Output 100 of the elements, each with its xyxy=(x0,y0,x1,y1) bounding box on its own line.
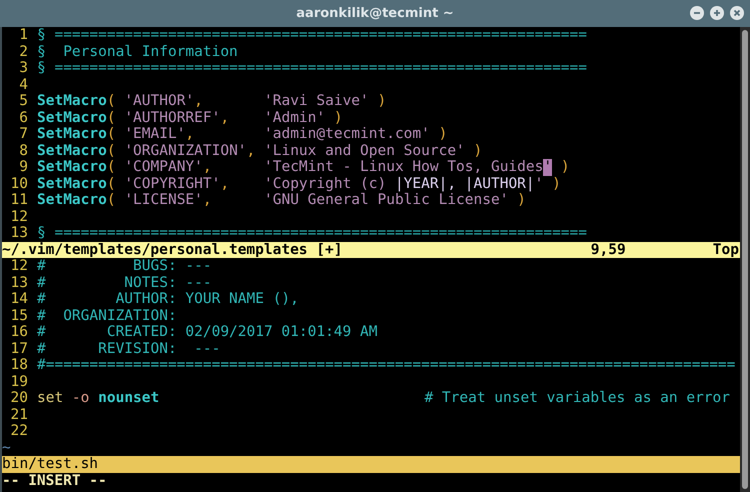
line-number: 21 xyxy=(10,406,29,423)
line-number: 15 xyxy=(10,308,29,324)
line-number: 2 xyxy=(18,44,29,60)
line-number: 1 xyxy=(18,27,29,44)
string-text: 'Admin' xyxy=(264,110,326,126)
punctuation-text: , xyxy=(202,159,213,176)
line-number: 10 xyxy=(10,176,29,192)
punctuation-text: ) xyxy=(560,159,570,176)
minus-icon xyxy=(693,9,701,17)
punctuation-text: ( xyxy=(106,142,117,159)
line-number: 13 xyxy=(10,274,29,291)
punctuation-text: ) xyxy=(551,176,561,192)
punctuation-text: ) xyxy=(516,192,526,208)
punctuation-text: ) xyxy=(472,142,482,159)
string-text: 'LICENSE' xyxy=(124,192,203,208)
string-text: 'admin@tecmint.com' xyxy=(264,126,430,142)
code-text: set xyxy=(37,390,64,406)
punctuation-text: ( xyxy=(106,93,117,110)
punctuation-text: ( xyxy=(106,110,117,126)
comment-text: # BUGS: --- xyxy=(37,258,212,274)
comment-text: #=============================================================================== xyxy=(37,357,736,374)
line-number: 11 xyxy=(10,192,29,208)
punctuation-text: ) xyxy=(438,126,448,142)
file-path: bin/test.sh xyxy=(2,456,100,472)
minimize-button[interactable] xyxy=(690,6,704,20)
line-number: 17 xyxy=(10,340,29,357)
section-text: § xyxy=(37,60,47,76)
comment-text: # AUTHOR: YOUR NAME (), xyxy=(37,291,299,308)
maximize-button[interactable] xyxy=(710,6,724,20)
line-number: 12 xyxy=(10,258,29,274)
line-number: 22 xyxy=(10,423,29,440)
keyword-text: nounset xyxy=(98,390,160,406)
punctuation-text: , xyxy=(220,176,230,192)
string-text: 'AUTHORREF' xyxy=(124,110,220,126)
punctuation-text: , xyxy=(246,142,256,159)
section-text: § Personal Information xyxy=(37,44,238,60)
comment-text: # REVISION: --- xyxy=(37,340,220,357)
rule-text: ============================================================= xyxy=(54,27,587,44)
comment-text: # CREATED: 02/09/2017 01:01:49 AM xyxy=(37,324,378,340)
option-text: -o xyxy=(72,390,90,406)
string-text: 'COMPANY' xyxy=(124,159,203,176)
punctuation-text: ( xyxy=(106,176,117,192)
string-text: 'AUTHOR' xyxy=(124,93,194,110)
close-icon xyxy=(733,9,741,17)
line-number: 12 xyxy=(10,208,29,225)
string-text: 'Ravi Saive' xyxy=(264,93,369,110)
keyword-text: SetMacro xyxy=(37,192,107,208)
cursor-position: 9,59 xyxy=(590,242,627,258)
string-text: 'TecMint - Linux How Tos, Guides xyxy=(264,159,544,176)
line-number: 7 xyxy=(18,126,29,142)
keyword-text: SetMacro xyxy=(37,126,107,142)
scrollbar[interactable] xyxy=(740,27,750,492)
line-number: 19 xyxy=(10,374,29,390)
end-of-buffer-marker: ~ xyxy=(2,440,11,456)
keyword-text: SetMacro xyxy=(37,176,107,192)
string-text: 'COPYRIGHT' xyxy=(124,176,220,192)
punctuation-text: ) xyxy=(376,93,386,110)
string-text: 'Copyright (c) xyxy=(264,176,388,192)
line-number: 20 xyxy=(10,390,29,406)
keyword-text: SetMacro xyxy=(37,142,107,159)
line-number: 8 xyxy=(18,142,29,159)
line-number: 6 xyxy=(18,110,29,126)
rule-text: ============================================================= xyxy=(54,225,587,242)
punctuation-text: ( xyxy=(106,126,117,142)
string-text: 'Linux and Open Source' xyxy=(264,142,465,159)
string-text: 'GNU General Public License' xyxy=(264,192,508,208)
line-number: 3 xyxy=(18,60,29,76)
string-text: 'EMAIL' xyxy=(124,126,186,142)
line-number: 18 xyxy=(10,357,29,374)
comment-text: # NOTES: --- xyxy=(37,274,212,291)
scroll-position: Top xyxy=(712,242,740,258)
rule-text: ============================================================= xyxy=(54,60,587,76)
punctuation-text: ( xyxy=(106,192,117,208)
keyword-text: SetMacro xyxy=(37,110,107,126)
line-number: 9 xyxy=(18,159,29,176)
string-text: 'ORGANIZATION' xyxy=(124,142,247,159)
line-number: 5 xyxy=(18,93,29,110)
line-number: 16 xyxy=(10,324,29,340)
string-text: ' xyxy=(534,176,544,192)
section-text: § xyxy=(37,27,47,44)
placeholder-text: |YEAR|, |AUTHOR| xyxy=(394,176,535,192)
line-number: 14 xyxy=(10,291,29,308)
keyword-text: SetMacro xyxy=(37,93,107,110)
line-number: 4 xyxy=(18,76,29,93)
file-path: ~/.vim/templates/personal.templates [+] xyxy=(2,242,344,258)
window-title: aaronkilik@tecmint ~ xyxy=(296,4,454,23)
keyword-text: SetMacro xyxy=(37,159,107,176)
line-number: 13 xyxy=(10,225,29,242)
punctuation-text: ( xyxy=(106,159,117,176)
comment-text: # Treat unset variables as an error xyxy=(424,390,731,406)
punctuation-text: ) xyxy=(332,110,343,126)
section-text: § xyxy=(37,225,47,242)
mode-indicator: -- INSERT -- xyxy=(2,472,107,489)
text-cursor: ' xyxy=(543,159,552,176)
punctuation-text: , xyxy=(220,110,230,126)
punctuation-text: , xyxy=(185,126,196,142)
punctuation-text: , xyxy=(202,192,213,208)
punctuation-text: , xyxy=(194,93,204,110)
close-button[interactable] xyxy=(730,6,744,20)
plus-icon xyxy=(713,9,721,17)
